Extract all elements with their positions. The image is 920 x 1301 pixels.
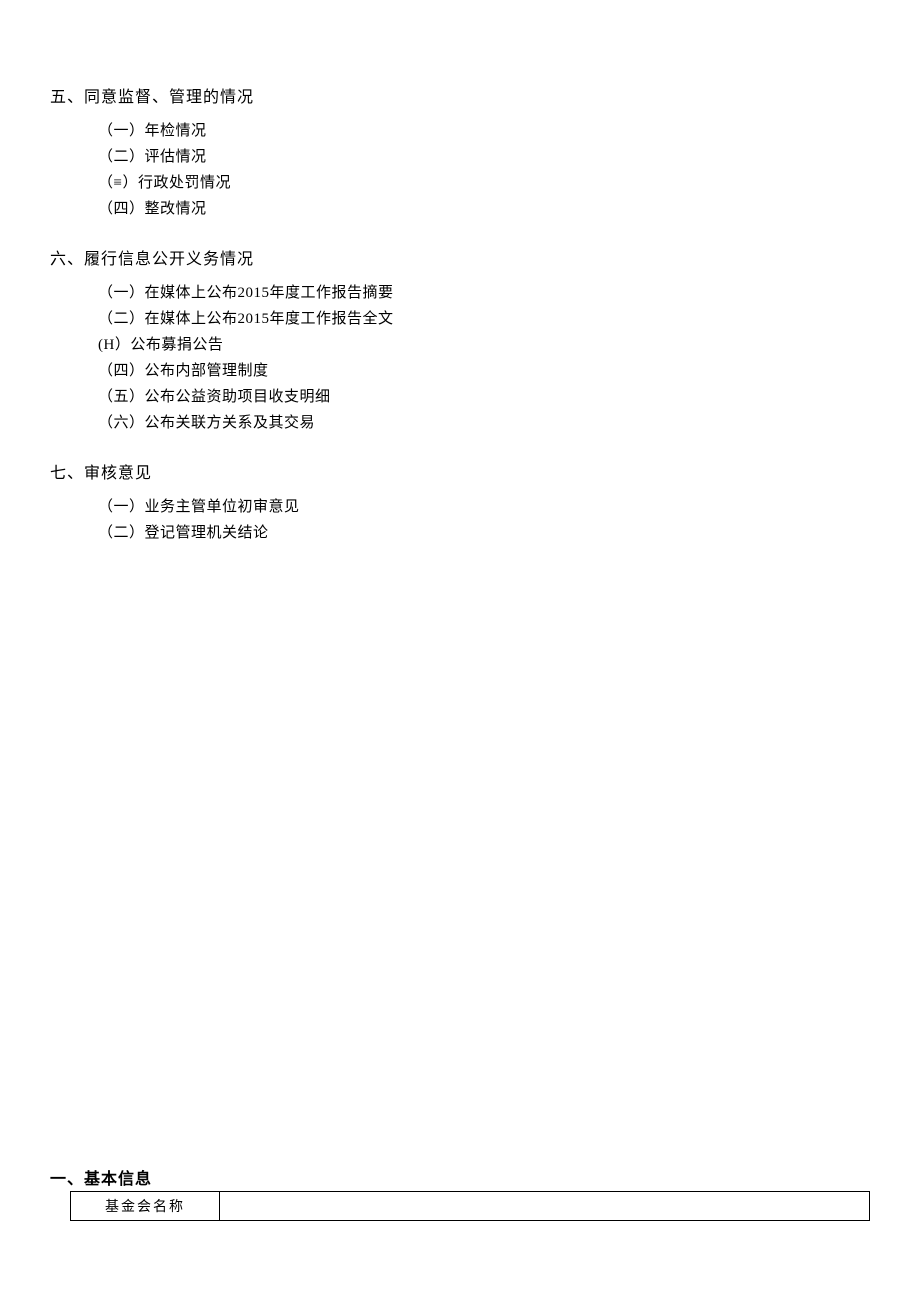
table-row: 基金会名称 [71, 1192, 870, 1221]
section-six-item: （二）在媒体上公布2015年度工作报告全文 [98, 306, 870, 332]
foundation-name-label: 基金会名称 [71, 1192, 220, 1221]
section-seven: 七、审核意见 （一）业务主管单位初审意见 （二）登记管理机关结论 [50, 462, 870, 546]
basic-info-section: 一、基本信息 基金会名称 [50, 1165, 870, 1221]
section-seven-item: （一）业务主管单位初审意见 [98, 494, 870, 520]
section-six-item: (H）公布募捐公告 [98, 332, 870, 358]
section-five-item: （二）评估情况 [98, 144, 870, 170]
section-six-item: （五）公布公益资助项目收支明细 [98, 384, 870, 410]
section-seven-title: 七、审核意见 [50, 462, 870, 486]
section-six-item: （六）公布关联方关系及其交易 [98, 410, 870, 436]
section-five-item: （≡）行政处罚情况 [98, 170, 870, 196]
section-six: 六、履行信息公开义务情况 （一）在媒体上公布2015年度工作报告摘要 （二）在媒… [50, 248, 870, 436]
basic-info-title: 一、基本信息 [50, 1165, 870, 1189]
section-five-title: 五、同意监督、管理的情况 [50, 86, 870, 110]
section-five-item: （四）整改情况 [98, 196, 870, 222]
basic-info-table: 基金会名称 [70, 1191, 870, 1221]
section-six-item: （一）在媒体上公布2015年度工作报告摘要 [98, 280, 870, 306]
section-seven-item: （二）登记管理机关结论 [98, 520, 870, 546]
section-five-item: （一）年检情况 [98, 118, 870, 144]
section-six-item: （四）公布内部管理制度 [98, 358, 870, 384]
section-six-title: 六、履行信息公开义务情况 [50, 248, 870, 272]
foundation-name-value [220, 1192, 870, 1221]
section-five: 五、同意监督、管理的情况 （一）年检情况 （二）评估情况 （≡）行政处罚情况 （… [50, 86, 870, 222]
